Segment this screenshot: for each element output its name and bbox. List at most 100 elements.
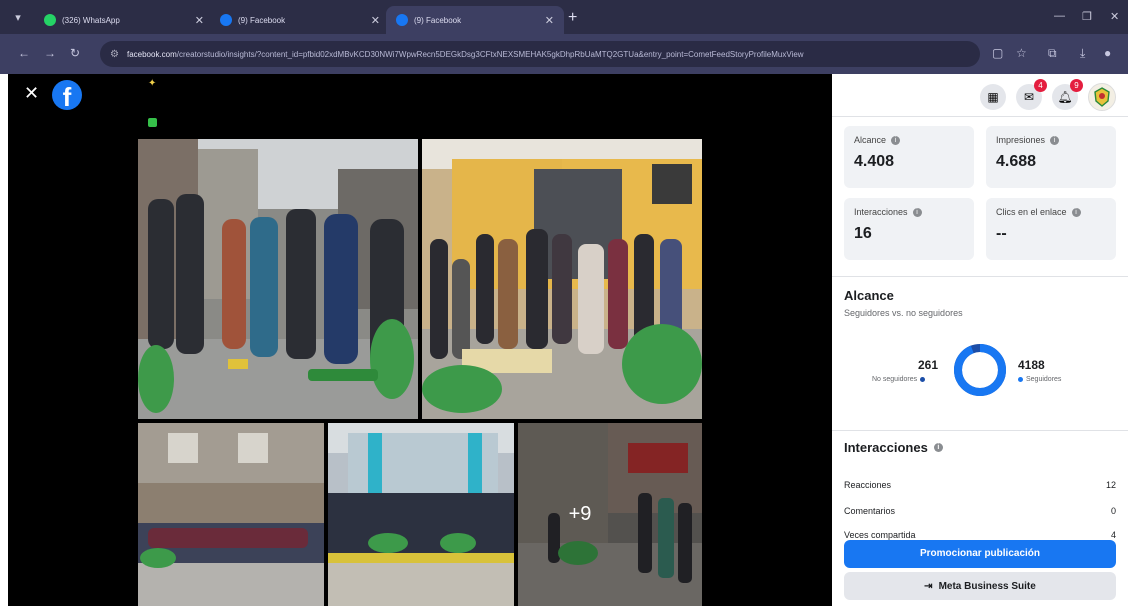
facebook-logo[interactable]: f <box>52 80 82 112</box>
cast-icon[interactable]: ▢ <box>992 46 1003 60</box>
photo-4[interactable] <box>328 423 514 606</box>
address-bar[interactable]: ⚙ facebook.com/creatorstudio/insights/?c… <box>100 41 980 67</box>
clics-label: Clics en el enlace <box>996 207 1067 217</box>
info-icon[interactable]: i <box>1050 135 1060 145</box>
interaction-row-comments: Comentarios 0 <box>844 506 1116 516</box>
tab-title: (9) Facebook <box>238 15 286 25</box>
info-icon[interactable]: i <box>1071 207 1081 217</box>
followers-legend: Seguidores <box>1018 376 1061 383</box>
row-value: 0 <box>1110 506 1116 516</box>
whatsapp-icon <box>44 14 56 26</box>
photo-3-image <box>138 423 324 606</box>
tab-close-icon[interactable]: ✕ <box>195 14 204 27</box>
bookmark-star-icon[interactable]: ☆ <box>1016 46 1027 60</box>
alcance-label: Alcance <box>854 135 887 145</box>
tab-close-icon[interactable]: ✕ <box>371 14 380 27</box>
browser-tab-strip: ▾ (326) WhatsApp ✕ (9) Facebook ✕ (9) Fa… <box>0 0 1128 34</box>
profile-crest-icon <box>1094 87 1110 107</box>
tab-facebook-2[interactable]: (9) Facebook ✕ <box>386 6 564 34</box>
extensions-icon[interactable]: ⧉ <box>1048 46 1057 61</box>
promote-post-button[interactable]: Promocionar publicación <box>844 540 1116 568</box>
tab-close-icon[interactable]: ✕ <box>545 14 554 27</box>
window-close-icon[interactable]: ✕ <box>1110 10 1119 23</box>
green-status-icon <box>148 118 157 127</box>
back-icon[interactable]: ← <box>18 46 30 60</box>
interaction-row-reactions: Reacciones 12 <box>844 480 1116 490</box>
reach-donut-chart <box>954 344 1006 396</box>
stats-divider <box>832 276 1128 277</box>
alcance-card: Alcance i 4.408 <box>844 126 974 188</box>
row-value: 4 <box>1110 530 1116 540</box>
row-label: Comentarios <box>844 506 896 516</box>
non-followers-dot <box>920 377 926 382</box>
reload-icon[interactable]: ↻ <box>70 46 80 60</box>
sparkle-icon: ✦ <box>148 78 157 89</box>
photo-viewer: ✕ f ✦ +9 <box>8 74 832 606</box>
interactions-section-title: Interacciones i <box>844 440 943 455</box>
followers-label: Seguidores <box>1026 376 1062 383</box>
photo-5[interactable]: +9 <box>518 423 702 606</box>
clics-value: -- <box>996 225 1007 242</box>
interacciones-value: 16 <box>854 225 872 242</box>
donut-followers-arc <box>954 344 1006 396</box>
insights-panel: ▦ ✉ 4 🔔︎ 9 Alcance i 4.408 Impresiones i 4… <box>832 74 1128 606</box>
interaction-row-shares: Veces compartida 4 <box>844 530 1116 540</box>
photo-2-image <box>422 139 702 419</box>
url-path: /creatorstudio/insights/?content_id=pfbi… <box>176 49 804 59</box>
tab-title: (9) Facebook <box>414 15 462 25</box>
reach-section-subtitle: Seguidores vs. no seguidores <box>844 308 963 318</box>
photo-3[interactable] <box>138 423 324 606</box>
new-tab-button[interactable]: + <box>568 9 577 27</box>
photo-collage[interactable]: +9 <box>138 139 702 606</box>
impresiones-label-row: Impresiones i <box>996 135 1106 145</box>
browser-toolbar: ← → ↻ ⚙ facebook.com/creatorstudio/insig… <box>0 34 1128 74</box>
avatar[interactable] <box>1088 83 1116 111</box>
tab-title: (326) WhatsApp <box>62 15 120 25</box>
facebook-icon <box>396 14 408 26</box>
more-photos-overlay[interactable]: +9 <box>518 423 702 606</box>
meta-business-suite-button[interactable]: ⇥ Meta Business Suite <box>844 572 1116 600</box>
minimize-icon[interactable]: — <box>1054 10 1065 22</box>
photo-1-image <box>138 139 418 419</box>
interacciones-label: Interacciones <box>854 207 908 217</box>
impresiones-value: 4.688 <box>996 153 1037 170</box>
impresiones-card: Impresiones i 4.688 <box>986 126 1116 188</box>
profile-icon[interactable]: ● <box>1104 46 1111 60</box>
info-icon[interactable]: i <box>891 135 901 145</box>
header-divider <box>832 116 1128 117</box>
menu-grid-icon[interactable]: ▦ <box>980 84 1006 110</box>
row-value: 12 <box>1105 480 1116 490</box>
non-followers-label: No seguidores <box>872 376 918 383</box>
clics-label-row: Clics en el enlace i <box>996 207 1106 217</box>
row-label: Veces compartida <box>844 530 916 540</box>
info-icon[interactable]: i <box>933 443 943 452</box>
notifications-bell-icon[interactable]: 🔔︎ 9 <box>1052 79 1083 110</box>
alcance-label-row: Alcance i <box>854 135 964 145</box>
interacciones-card: Interacciones i 16 <box>844 198 974 260</box>
site-info-icon[interactable]: ⚙ <box>110 49 119 60</box>
restore-icon[interactable]: ❐ <box>1082 10 1092 23</box>
url-text: facebook.com/creatorstudio/insights/?con… <box>127 50 804 59</box>
interacciones-label-row: Interacciones i <box>854 207 964 217</box>
tab-search-icon[interactable]: ▾ <box>10 10 26 26</box>
alcance-value: 4.408 <box>854 153 895 170</box>
tab-facebook-1[interactable]: (9) Facebook ✕ <box>210 6 390 34</box>
close-viewer-icon[interactable]: ✕ <box>24 84 39 102</box>
non-followers-legend: No seguidores <box>872 376 926 383</box>
impresiones-label: Impresiones <box>996 135 1046 145</box>
facebook-icon <box>220 14 232 26</box>
notifications-badge: 9 <box>1070 79 1083 92</box>
messenger-badge: 4 <box>1034 79 1047 92</box>
meta-suite-label: Meta Business Suite <box>938 580 1036 592</box>
downloads-icon[interactable]: ⤓ <box>1080 46 1085 61</box>
tab-whatsapp[interactable]: (326) WhatsApp ✕ <box>34 6 214 34</box>
info-icon[interactable]: i <box>912 207 922 217</box>
photo-2[interactable] <box>422 139 702 419</box>
forward-icon[interactable]: → <box>44 46 56 60</box>
photo-1[interactable] <box>138 139 418 419</box>
interactions-title: Interacciones <box>844 440 928 455</box>
reach-divider <box>832 430 1128 431</box>
external-link-icon: ⇥ <box>924 580 933 592</box>
non-followers-value: 261 <box>918 358 939 372</box>
messenger-icon[interactable]: ✉ 4 <box>1016 79 1047 110</box>
